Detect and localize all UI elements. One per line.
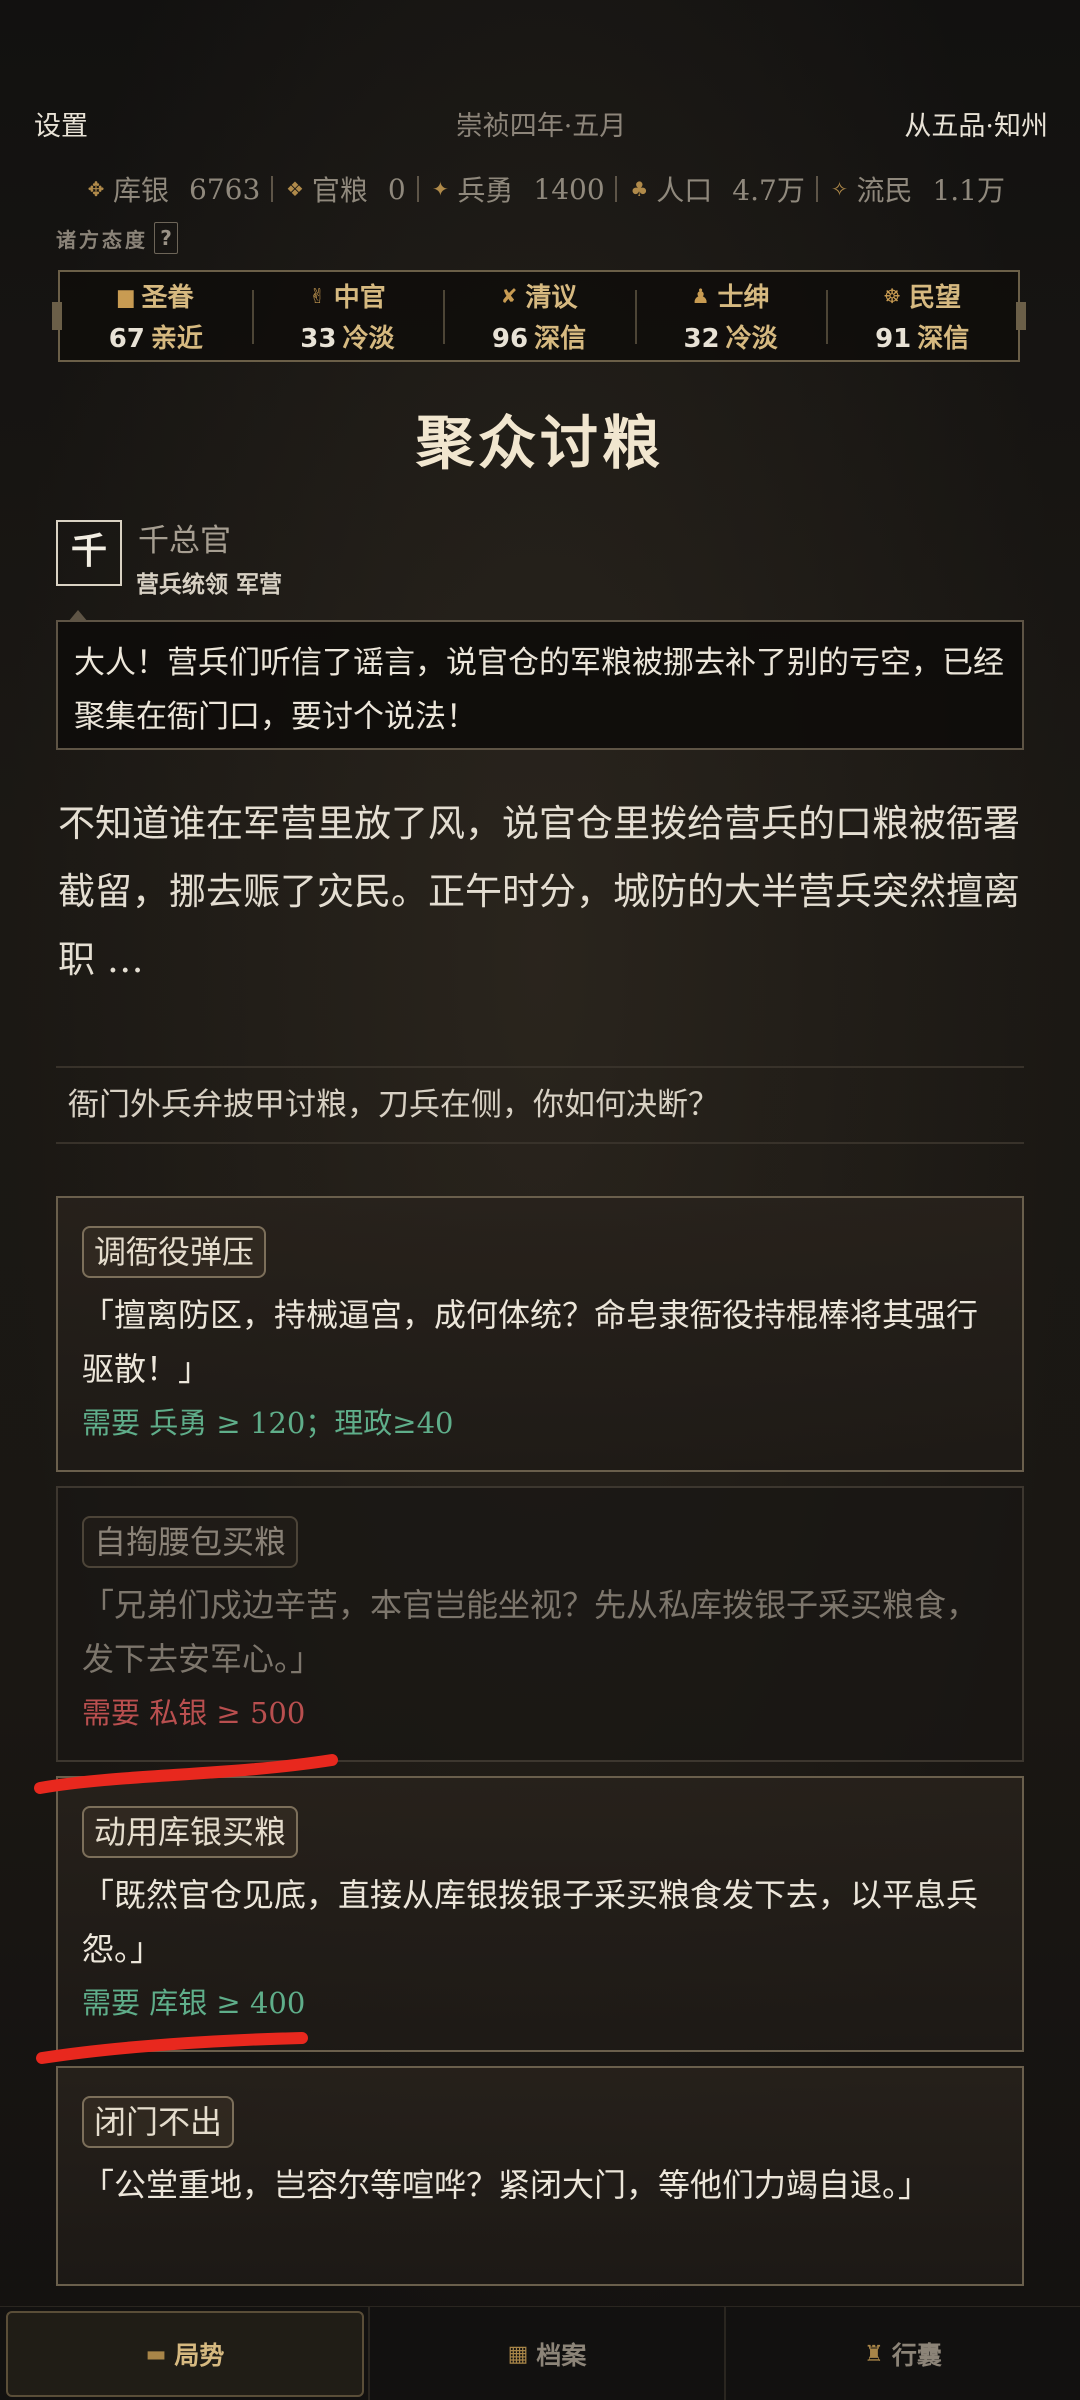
choice-text: 「既然官仓见底，直接从库银拨银子采买粮食发下去，以平息兵怨。」 [82,1876,979,1968]
scholar-icon: ✘ [500,283,518,308]
resource-grain: ❖ 官粮 0 [284,169,406,209]
nav-tab-bag[interactable]: ♜ 行囊 [724,2307,1080,2400]
resource-refugees: ✧ 流民 1.1万 [828,169,1005,209]
choice-label: 自掏腰包买粮 [82,1516,299,1568]
resource-silver: ✥ 库银 6763 [85,169,261,209]
choice-label: 调衙役弹压 [82,1226,267,1278]
resource-bar: ✥ 库银 6763 ❖ 官粮 0 ✦ 兵勇 1400 ♣ 人口 4.7万 ✧ 流… [85,168,1005,210]
nav-label: 行囊 [891,2341,942,2370]
event-question: 衙门外兵弁披甲讨粮，刀兵在侧，你如何决断？ [56,1066,1024,1144]
divider [815,176,818,202]
faction-status: 冷淡 [725,324,778,354]
resource-label: 流民 [856,174,913,207]
faction-value: 67 [108,324,145,354]
faction-name: 士绅 [717,283,770,313]
game-date: 崇祯四年·五月 [455,111,627,142]
population-icon: ♣ [630,177,649,201]
faction-name: 清议 [525,283,578,313]
choice-text: 「兄弟们戍边辛苦，本官岂能坐视？先从私库拨银子采买粮食，发下去安军心。」 [82,1586,979,1678]
faction-value: 32 [683,324,720,354]
faction-panel: ▆ 圣眷 67 亲近 ✌ 中官 33 冷淡 ✘ 清议 96 深信 ♟ 士绅 32 冷淡 ☸ 民望 … [52,270,1026,362]
faction-emperor[interactable]: ▆ 圣眷 67 亲近 [60,272,252,360]
resource-label: 库银 [113,174,170,207]
faction-name: 圣眷 [141,283,194,313]
official-rank: 从五品·知州 [904,111,1048,142]
people-icon: ☸ [883,283,902,308]
faction-scholars[interactable]: ✘ 清议 96 深信 [443,272,635,360]
nav-label: 档案 [536,2341,587,2370]
faction-gentry[interactable]: ♟ 士绅 32 冷淡 [634,272,827,360]
resource-soldiers: ✦ 兵勇 1400 [429,169,605,209]
attitude-title-text: 诸方态度 [56,227,148,252]
attitude-help-button[interactable]: ? [154,222,178,254]
silver-icon: ✥ [87,177,105,201]
faction-status: 深信 [534,324,587,354]
gentry-icon: ♟ [691,283,710,308]
soldier-icon: ✦ [431,177,449,201]
resource-value: 1400 [533,172,605,206]
annotation-stroke-1 [34,1754,338,1794]
resource-label: 人口 [656,174,713,207]
bottom-nav: ▬ 局势 ▦ 档案 ♜ 行囊 [0,2306,1080,2400]
divider [271,176,274,202]
choice-option-private-silver: 自掏腰包买粮 「兄弟们戍边辛苦，本官岂能坐视？先从私库拨银子采买粮食，发下去安军… [56,1486,1024,1762]
nav-label: 局势 [174,2341,225,2370]
choice-text: 「擅离防区，持械逼宫，成何体统？命皂隶衙役持棍棒将其强行驱散！」 [82,1296,979,1388]
resource-value: 4.7万 [732,174,805,207]
attitude-section-title: 诸方态度 ? [56,222,178,254]
resource-value: 0 [387,172,406,206]
divider [615,176,618,202]
choice-requirement: 需要 兵勇 ≥ 120；理政≥40 [82,1406,454,1440]
faction-value: 91 [875,324,912,354]
edict-icon: ▆ [118,283,134,308]
faction-status: 亲近 [150,324,203,354]
faction-value: 33 [300,324,337,354]
event-title: 聚众讨粮 [415,409,664,477]
grain-icon: ❖ [285,177,304,201]
choice-text: 「公堂重地，岂容尔等喧哗？紧闭大门，等他们力竭自退。」 [82,2166,931,2204]
resource-value: 1.1万 [932,174,1005,207]
situation-icon: ▬ [145,2341,167,2367]
faction-name: 民望 [909,283,962,313]
speaker-seal: 千 [56,520,122,586]
choice-label: 动用库银买粮 [82,1806,299,1858]
faction-name: 中官 [333,283,386,313]
resource-label: 官粮 [311,174,368,207]
choice-option-suppress[interactable]: 调衙役弹压 「擅离防区，持械逼宫，成何体统？命皂隶衙役持棍棒将其强行驱散！」 需… [56,1196,1024,1472]
speaker-name: 千总官 [138,523,231,559]
choice-requirement: 需要 私银 ≥ 500 [82,1696,306,1730]
annotation-stroke-2 [36,2032,308,2064]
choice-option-close-gate[interactable]: 闭门不出 「公堂重地，岂容尔等喧哗？紧闭大门，等他们力竭自退。」 [56,2066,1024,2286]
faction-status: 冷淡 [342,324,395,354]
game-screen: 设置 崇祯四年·五月 从五品·知州 ✥ 库银 6763 ❖ 官粮 0 ✦ 兵勇 … [0,0,1080,2400]
speaker-quote: 大人！营兵们听信了谣言，说官仓的军粮被挪去补了别的亏空，已经聚集在衙门口，要讨个… [56,610,1024,750]
faction-value: 96 [491,324,529,354]
speaker-role: 营兵统领 军营 [136,572,283,598]
resource-value: 6763 [189,172,261,206]
choice-label: 闭门不出 [82,2096,235,2148]
event-narration: 不知道谁在军营里放了风，说官仓里拨给营兵的口粮被衙署截留，挪去赈了灾民。正午时分… [58,802,1020,981]
resource-population: ♣ 人口 4.7万 [628,169,805,209]
faction-eunuchs[interactable]: ✌ 中官 33 冷淡 [251,272,444,360]
nav-tab-archive[interactable]: ▦ 档案 [368,2307,724,2400]
resource-label: 兵勇 [457,174,514,207]
bag-icon: ♜ [864,2341,884,2367]
nav-tab-situation[interactable]: ▬ 局势 [6,2311,364,2397]
refugee-icon: ✧ [831,177,848,201]
faction-status: 深信 [917,324,970,354]
divider [416,176,419,202]
archive-icon: ▦ [507,2341,529,2367]
top-bar: 设置 崇祯四年·五月 从五品·知州 [34,104,1048,154]
eunuch-icon: ✌ [309,283,326,308]
faction-people[interactable]: ☸ 民望 91 深信 [826,272,1018,360]
